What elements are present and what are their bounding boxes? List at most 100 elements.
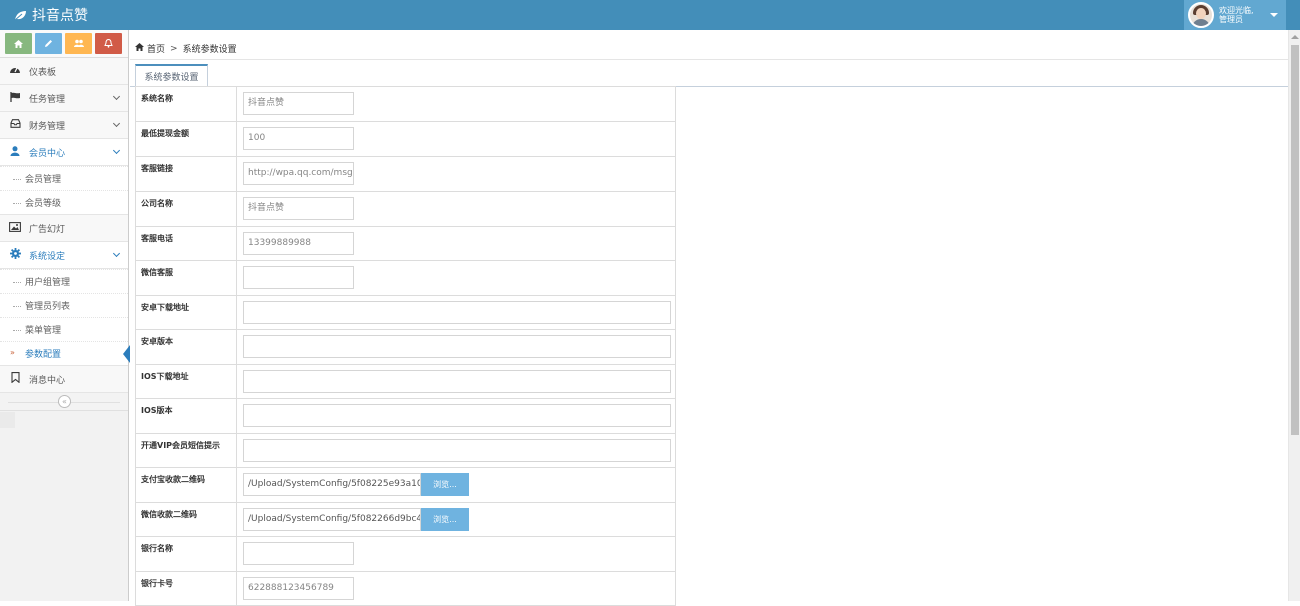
submenu-item-member-levels[interactable]: 会员等级 (0, 190, 128, 214)
vip-sms-tip-input[interactable] (243, 439, 671, 462)
collapse-sidebar-icon[interactable]: « (58, 395, 71, 408)
sidebar-item-label: 仪表板 (29, 67, 57, 78)
android-version-input[interactable] (243, 335, 671, 358)
service-link-input[interactable]: http://wpa.qq.com/msgrd (243, 162, 354, 185)
settings-form: 系统名称 抖音点赞 最低提现金额 100 客服链接 http://wpa.qq.… (135, 86, 676, 606)
bank-name-input[interactable] (243, 542, 354, 565)
form-row: IOS版本 (135, 398, 676, 434)
sidebar-item-members[interactable]: 会员中心 (0, 139, 128, 166)
service-phone-input[interactable]: 13399889988 (243, 232, 354, 255)
shortcut-edit-button[interactable] (35, 33, 62, 54)
picture-icon (8, 221, 22, 235)
caret-down-icon (1270, 13, 1278, 17)
field-label: 银行卡号 (135, 571, 237, 606)
form-row: 银行名称 (135, 536, 676, 572)
submenu-item-label: 会员管理 (25, 175, 62, 185)
submenu-item-member-manage[interactable]: 会员管理 (0, 166, 128, 190)
sidebar-item-label: 会员中心 (29, 148, 66, 159)
min-withdraw-input[interactable]: 100 (243, 127, 354, 150)
settings-submenu: 用户组管理 管理员列表 菜单管理 » 参数配置 (0, 269, 130, 366)
field-label: 支付宝收款二维码 (135, 467, 237, 503)
ios-url-input[interactable] (243, 370, 671, 393)
brand[interactable]: 抖音点赞 (14, 5, 88, 25)
form-row: 客服电话 13399889988 (135, 226, 676, 261)
submenu-item-label: 用户组管理 (25, 278, 71, 288)
sidebar-item-settings[interactable]: 系统设定 (0, 242, 128, 269)
shortcut-home-button[interactable] (5, 33, 32, 54)
flag-icon (8, 91, 22, 105)
wechat-qr-input[interactable]: /Upload/SystemConfig/5f082266d9bc4.png (243, 508, 421, 531)
field-label: 最低提现金额 (135, 121, 237, 157)
breadcrumb-current: 系统参数设置 (182, 45, 237, 55)
site-name-input[interactable]: 抖音点赞 (243, 92, 354, 115)
submenu-item-admin-list[interactable]: 管理员列表 (0, 293, 128, 317)
ios-version-input[interactable] (243, 404, 671, 427)
form-row: IOS下载地址 (135, 364, 676, 399)
bank-card-input[interactable]: 622888123456789 (243, 577, 354, 600)
sidebar-shortcuts (0, 30, 128, 58)
home-icon (14, 39, 23, 48)
submenu-item-label: 菜单管理 (25, 326, 62, 336)
users-icon (73, 39, 84, 47)
sidebar-item-ads[interactable]: 广告幻灯 (0, 215, 128, 242)
dashboard-icon (8, 65, 22, 77)
welcome-text: 欢迎光临, (1219, 6, 1254, 15)
form-row: 系统名称 抖音点赞 (135, 86, 676, 122)
brand-title: 抖音点赞 (32, 8, 88, 24)
form-row: 安卓下载地址 (135, 295, 676, 330)
form-row: 微信收款二维码 /Upload/SystemConfig/5f082266d9b… (135, 502, 676, 537)
field-label: 微信收款二维码 (135, 502, 237, 537)
android-url-input[interactable] (243, 301, 671, 324)
breadcrumb: 首页 > 系统参数设置 (130, 38, 1288, 60)
submenu-item-label: 管理员列表 (25, 302, 71, 312)
company-name-input[interactable]: 抖音点赞 (243, 197, 354, 220)
wechat-qr-browse-button[interactable]: 浏览... (421, 508, 469, 531)
bookmark-icon (8, 372, 22, 386)
scrollbar-thumb[interactable] (1291, 45, 1299, 435)
wechat-service-input[interactable] (243, 266, 354, 289)
page-scrollbar[interactable] (1288, 30, 1300, 601)
leaf-icon (14, 10, 26, 20)
inbox-icon (8, 119, 22, 131)
tab-system-params[interactable]: 系统参数设置 (135, 64, 208, 87)
chevron-down-icon (112, 92, 121, 101)
form-row: 开通VIP会员短信提示 (135, 433, 676, 468)
bell-icon (104, 39, 113, 48)
alipay-qr-file-row: /Upload/SystemConfig/5f08225e93a10.png 浏… (243, 473, 675, 496)
sidebar-item-dashboard[interactable]: 仪表板 (0, 58, 128, 85)
alipay-qr-input[interactable]: /Upload/SystemConfig/5f08225e93a10.png (243, 473, 421, 496)
submenu-item-user-groups[interactable]: 用户组管理 (0, 269, 128, 293)
chevron-down-icon (112, 119, 121, 128)
breadcrumb-separator: > (170, 43, 178, 54)
shortcut-alerts-button[interactable] (95, 33, 122, 54)
field-label: 系统名称 (135, 86, 237, 122)
double-angle-right-icon: » (10, 348, 15, 357)
sidebar-item-tasks[interactable]: 任务管理 (0, 85, 128, 112)
user-greeting: 欢迎光临, 管理员 (1219, 6, 1254, 24)
sidebar-item-label: 任务管理 (29, 94, 66, 105)
shortcut-users-button[interactable] (65, 33, 92, 54)
submenu-item-menu-manage[interactable]: 菜单管理 (0, 317, 128, 341)
field-label: IOS下载地址 (135, 364, 237, 399)
form-row: 微信客服 (135, 260, 676, 296)
submenu-item-params[interactable]: » 参数配置 (0, 341, 130, 365)
alipay-qr-browse-button[interactable]: 浏览... (421, 473, 469, 496)
user-menu[interactable]: 欢迎光临, 管理员 (1184, 0, 1286, 30)
form-row: 最低提现金额 100 (135, 121, 676, 157)
members-submenu: 会员管理 会员等级 (0, 166, 128, 215)
field-label: 安卓下载地址 (135, 295, 237, 330)
form-row: 安卓版本 (135, 329, 676, 365)
top-navbar: 抖音点赞 欢迎光临, 管理员 (0, 0, 1300, 30)
field-label: 公司名称 (135, 191, 237, 227)
sidebar: 仪表板 任务管理 财务管理 会员中心 会员管理 会员等级 广告幻灯 系统设定 用… (0, 30, 130, 601)
field-label: 微信客服 (135, 260, 237, 296)
sidebar-item-messages[interactable]: 消息中心 (0, 366, 128, 393)
avatar (1188, 2, 1214, 28)
sidebar-item-finance[interactable]: 财务管理 (0, 112, 128, 139)
sidebar-item-label: 系统设定 (29, 251, 66, 262)
field-label: 客服电话 (135, 226, 237, 261)
field-label: IOS版本 (135, 398, 237, 434)
scroll-up-icon[interactable] (1291, 35, 1299, 39)
breadcrumb-home-link[interactable]: 首页 (147, 42, 165, 55)
active-marker (123, 345, 130, 363)
